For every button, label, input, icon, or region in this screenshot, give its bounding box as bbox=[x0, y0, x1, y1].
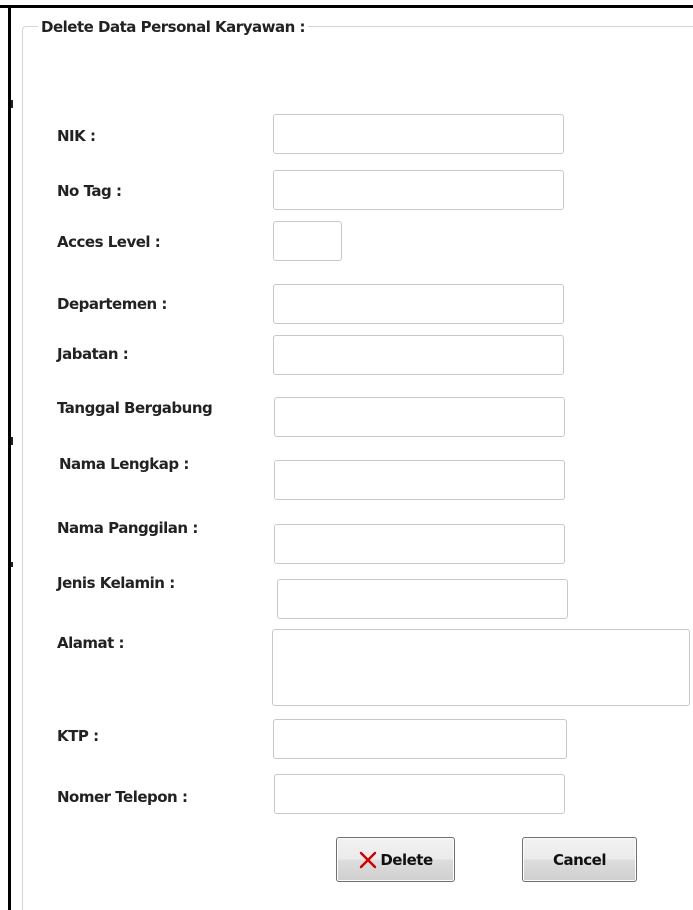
departemen-field[interactable] bbox=[273, 284, 564, 324]
nama-panggilan-label: Nama Panggilan : bbox=[57, 519, 198, 537]
ktp-field[interactable] bbox=[273, 719, 567, 759]
alamat-field[interactable] bbox=[272, 629, 690, 706]
window-left-border bbox=[8, 5, 11, 910]
window-top-border bbox=[0, 5, 693, 8]
delete-button[interactable]: Delete bbox=[336, 837, 455, 882]
nomer-telepon-field[interactable] bbox=[274, 774, 565, 814]
delete-button-label: Delete bbox=[380, 850, 433, 869]
tanggal-bergabung-field[interactable] bbox=[274, 397, 565, 437]
nik-field[interactable] bbox=[273, 114, 564, 154]
nomer-telepon-label: Nomer Telepon : bbox=[57, 788, 188, 806]
groupbox-title: Delete Data Personal Karyawan : bbox=[38, 18, 308, 36]
cancel-button-label: Cancel bbox=[552, 850, 607, 869]
close-x-icon bbox=[358, 850, 378, 870]
nama-lengkap-label: Nama Lengkap : bbox=[59, 455, 189, 473]
left-edge-artifact bbox=[11, 437, 13, 445]
delete-employee-dialog: Delete Data Personal Karyawan : NIK : No… bbox=[0, 0, 693, 910]
alamat-label: Alamat : bbox=[57, 634, 125, 652]
nama-lengkap-field[interactable] bbox=[274, 460, 565, 500]
jabatan-field[interactable] bbox=[273, 335, 564, 375]
ktp-label: KTP : bbox=[57, 727, 99, 745]
no-tag-field[interactable] bbox=[273, 170, 564, 210]
access-level-field[interactable] bbox=[273, 221, 342, 261]
tanggal-bergabung-label: Tanggal Bergabung bbox=[57, 399, 213, 417]
jenis-kelamin-field[interactable] bbox=[277, 579, 568, 619]
departemen-label: Departemen : bbox=[57, 295, 167, 313]
nik-label: NIK : bbox=[57, 127, 96, 145]
jenis-kelamin-label: Jenis Kelamin : bbox=[57, 574, 175, 592]
access-level-label: Acces Level : bbox=[57, 233, 161, 251]
no-tag-label: No Tag : bbox=[57, 182, 122, 200]
cancel-button[interactable]: Cancel bbox=[522, 837, 637, 882]
jabatan-label: Jabatan : bbox=[57, 345, 129, 363]
nama-panggilan-field[interactable] bbox=[274, 524, 565, 564]
left-edge-artifact bbox=[11, 562, 13, 567]
left-edge-artifact bbox=[11, 100, 13, 108]
